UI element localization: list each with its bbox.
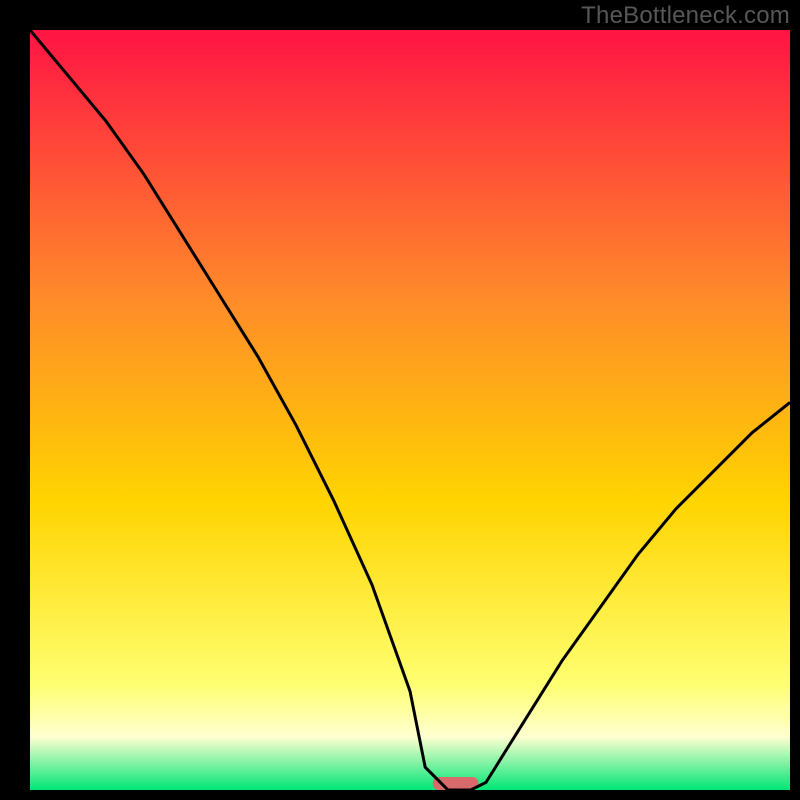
chart-frame: TheBottleneck.com xyxy=(0,0,800,800)
watermark-text: TheBottleneck.com xyxy=(581,2,790,30)
bottleneck-chart xyxy=(30,30,790,790)
gradient-background xyxy=(30,30,790,790)
plot-area xyxy=(30,30,790,790)
